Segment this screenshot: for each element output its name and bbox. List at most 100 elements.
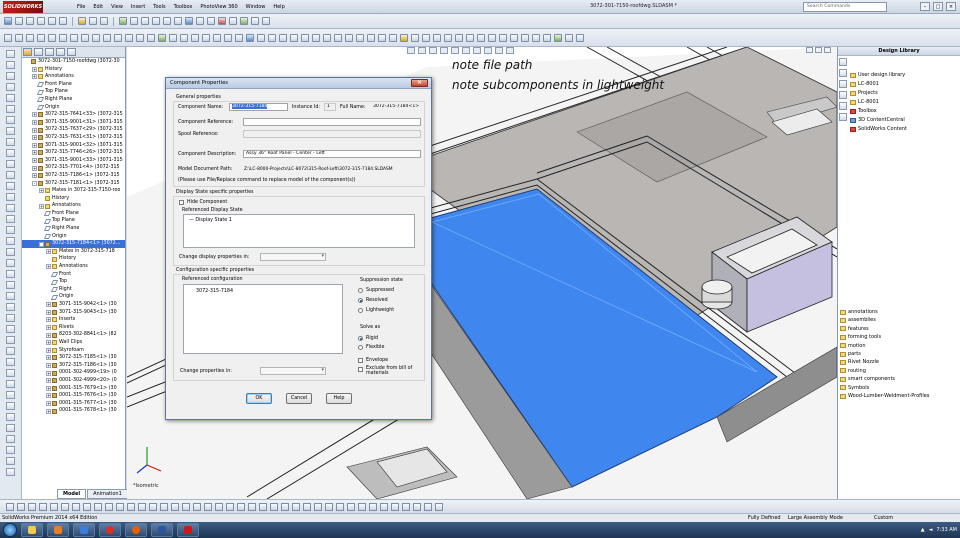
camera-icon[interactable] [262,17,270,25]
appearance-icon[interactable] [240,17,248,25]
sweep-icon[interactable] [433,33,441,42]
taskbar-solidworks[interactable] [177,523,199,537]
linear-pattern-icon[interactable] [532,33,540,42]
list-item[interactable]: 3072-315-7184 [184,288,342,296]
select-icon[interactable] [78,17,86,25]
design-library-folder[interactable]: Wood-Lumber-Weldment-Profiles [838,392,960,400]
options-icon[interactable] [100,17,108,25]
design-library-item[interactable]: Toolbox [838,107,960,116]
tree-item[interactable]: Top Plane [22,217,125,225]
rigid-radio[interactable] [358,336,363,341]
taskbar-media[interactable] [47,523,69,537]
expand-icon[interactable]: + [46,249,51,255]
component-description-field[interactable]: Assy 36" Roof Panel - Center - Left [243,150,421,158]
open-icon[interactable] [15,17,23,25]
design-library-folder[interactable]: Rivet Nozzle [838,358,960,366]
tool-icon[interactable] [61,502,69,511]
plane-icon[interactable] [301,33,309,42]
design-library-folder[interactable]: motion [838,342,960,350]
tree-item[interactable]: +3072-315-7746<26> (3072-315 [22,149,125,157]
hole-icon[interactable] [455,33,463,42]
sketch-icon[interactable] [119,17,127,25]
tree-item[interactable]: 3072-301-7150-roofdwg (3072-30 [22,58,125,66]
tree-item[interactable]: Front [22,271,125,279]
tool-icon[interactable] [83,502,91,511]
feature-icon[interactable] [400,33,408,42]
dome-icon[interactable] [499,33,507,42]
restore-icon[interactable] [815,47,822,53]
strip-tool-icon[interactable] [6,347,15,355]
taskbar-firefox[interactable] [125,523,147,537]
expand-icon[interactable]: + [32,142,37,148]
list-item[interactable]: — Display State 1 [184,217,414,225]
menu-item-help[interactable]: Help [269,1,288,13]
relations-icon[interactable] [224,33,232,42]
split-icon[interactable] [389,33,397,42]
tool-icon[interactable] [358,502,366,511]
section-view-icon[interactable] [207,17,215,25]
expand-icon[interactable]: + [46,325,51,331]
solidworks-logo[interactable]: SOLIDWORKS [3,0,43,13]
design-library-folder[interactable]: smart components [838,375,960,383]
zoom-to-fit-icon[interactable] [407,47,415,54]
strip-tool-icon[interactable] [6,226,15,234]
strip-tool-icon[interactable] [6,149,15,157]
spline-icon[interactable] [81,33,89,42]
collapse-icon[interactable]: - [39,241,44,247]
strip-tool-icon[interactable] [6,435,15,443]
hide-component-checkbox[interactable] [179,200,184,205]
layout-icon[interactable] [367,33,375,42]
tool-icon[interactable] [314,502,322,511]
taskbar-word[interactable] [151,523,173,537]
strip-tool-icon[interactable] [6,116,15,124]
strip-tool-icon[interactable] [6,303,15,311]
expand-icon[interactable]: + [46,347,51,353]
strip-tool-icon[interactable] [6,314,15,322]
tool-icon[interactable] [171,502,179,511]
display-manager-tab-icon[interactable] [67,48,76,56]
tool-icon[interactable] [193,502,201,511]
ok-button[interactable]: OK [246,393,272,404]
maximize-icon[interactable]: □ [933,2,943,11]
rectangle-icon[interactable] [26,33,34,42]
strip-tool-icon[interactable] [6,369,15,377]
exclude-bom-checkbox[interactable] [358,367,363,372]
expand-icon[interactable]: + [32,120,37,126]
configuration-list[interactable]: 3072-315-7184 [183,284,343,354]
tool-icon[interactable] [204,502,212,511]
design-library-item[interactable]: LC-8001 [838,98,960,107]
block-icon[interactable] [356,33,364,42]
coordinate-icon[interactable] [323,33,331,42]
tool-icon[interactable] [281,502,289,511]
tree-item[interactable]: +3072-315-7631<31> (3072-315 [22,134,125,142]
edit-appearance-icon[interactable] [484,47,492,54]
design-library-item[interactable]: User design library [838,71,960,80]
expand-icon[interactable]: + [46,363,51,369]
expand-icon[interactable]: + [46,309,51,315]
tool-icon[interactable] [391,502,399,511]
smart-dimension-icon[interactable] [4,33,12,42]
tree-item[interactable]: + Annotations [22,263,125,271]
tool-icon[interactable] [94,502,102,511]
menu-item-view[interactable]: View [107,1,127,13]
menu-item-insert[interactable]: Insert [127,1,149,13]
tool-icon[interactable] [435,502,443,511]
tool-icon[interactable] [413,502,421,511]
strip-tool-icon[interactable] [6,72,15,80]
strip-tool-icon[interactable] [6,237,15,245]
expand-icon[interactable]: + [46,340,51,346]
strip-tool-icon[interactable] [6,413,15,421]
expand-icon[interactable]: + [32,150,37,156]
tree-item[interactable]: Origin [22,293,125,301]
chamfer-icon[interactable] [114,33,122,42]
display-style-icon[interactable] [218,17,226,25]
expand-icon[interactable]: + [46,264,51,270]
close-icon[interactable] [824,47,831,53]
view-settings-icon[interactable] [506,47,514,54]
tree-item[interactable]: Right [22,286,125,294]
tree-item[interactable]: + Wall Clips [22,339,125,347]
menu-item-edit[interactable]: Edit [89,1,107,13]
tool-icon[interactable] [424,502,432,511]
strip-tool-icon[interactable] [6,468,15,476]
expand-icon[interactable]: + [32,165,37,171]
